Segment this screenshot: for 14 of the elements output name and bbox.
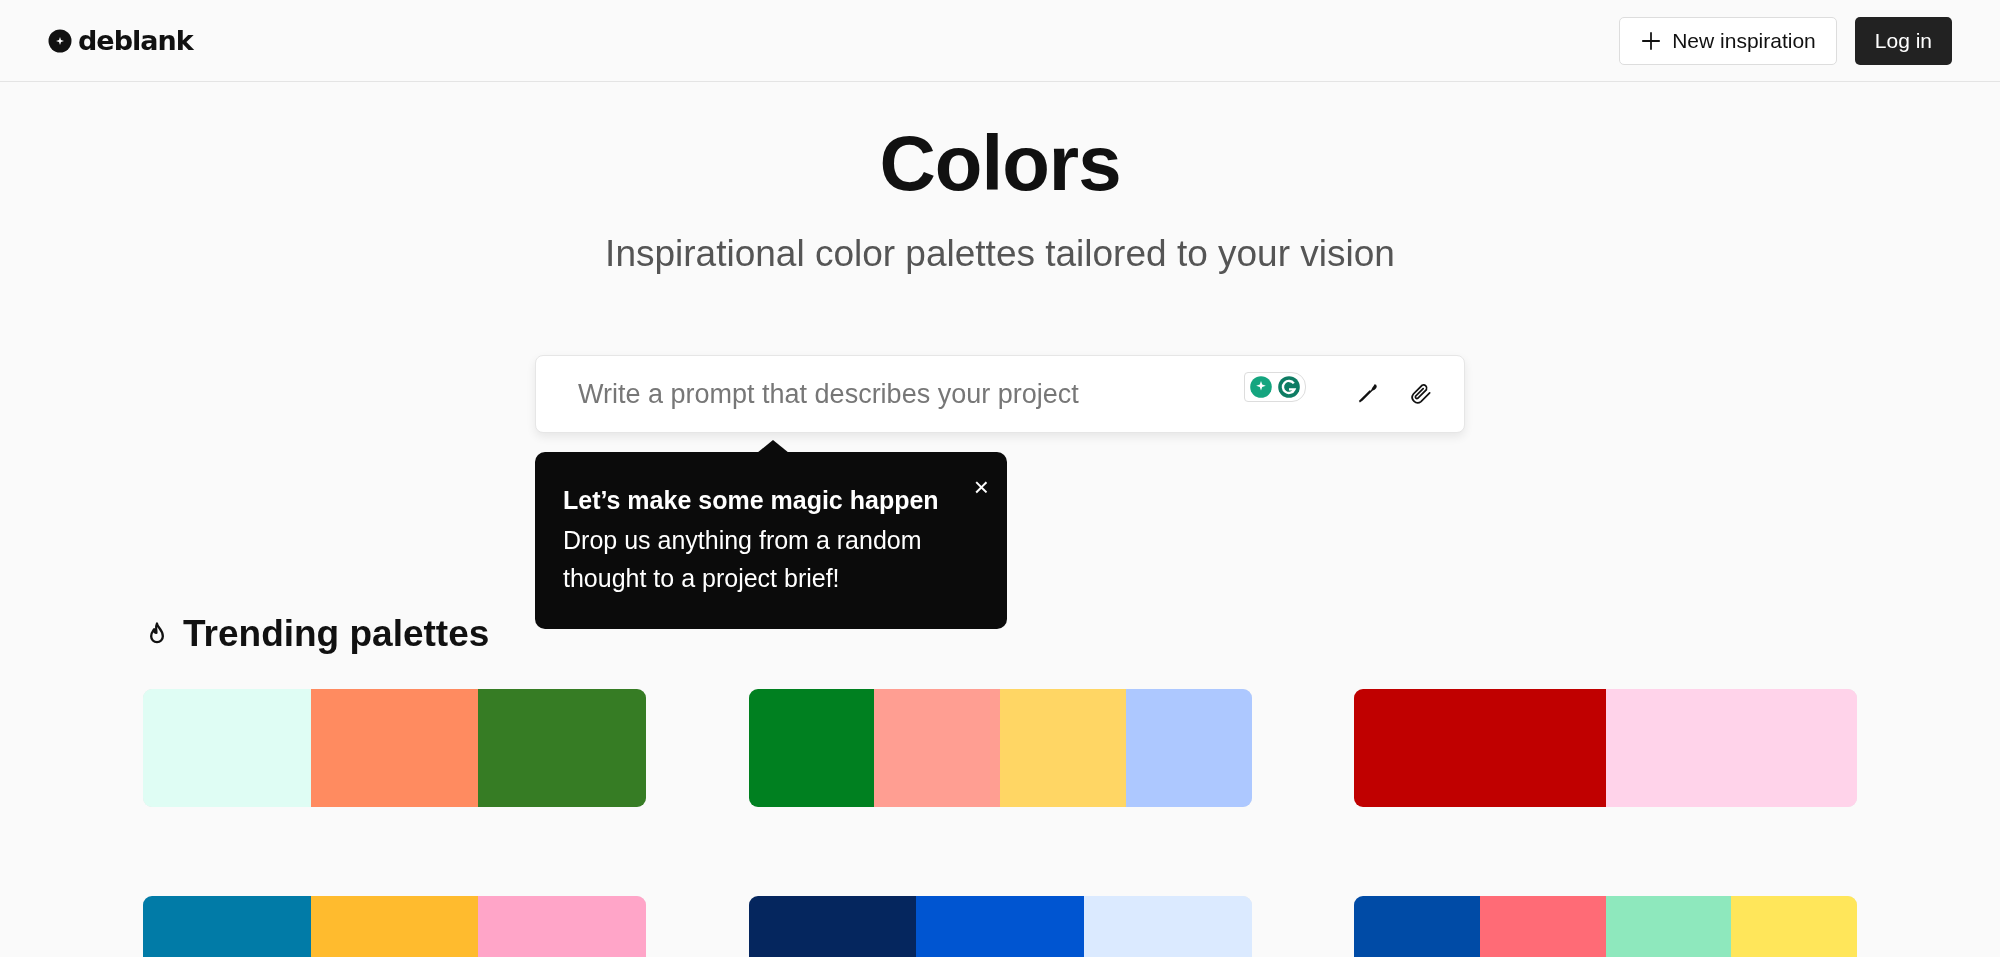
tooltip-text: Drop us anything from a random thought to a project brief! <box>563 525 923 594</box>
tooltip-title: Let’s make some magic happen <box>563 486 940 515</box>
plus-icon <box>1640 29 1663 52</box>
login-button[interactable]: Log in <box>1854 16 1952 65</box>
logo-text: deblank <box>78 25 193 56</box>
extension-badge[interactable] <box>1244 372 1306 402</box>
section-title: Trending palettes <box>183 613 490 655</box>
close-button[interactable]: × <box>969 470 993 504</box>
prompt-field[interactable]: Write a prompt that describes your project <box>576 377 1216 411</box>
new-inspiration-button[interactable]: New inspiration <box>1619 16 1837 65</box>
logo-icon <box>48 28 72 53</box>
page-subtitle: Inspirational color palettes tailored to your vision <box>604 233 1396 275</box>
page-title: Colors <box>878 118 1122 209</box>
prompt-bar[interactable]: Write a prompt that describes your project <box>535 355 1465 433</box>
